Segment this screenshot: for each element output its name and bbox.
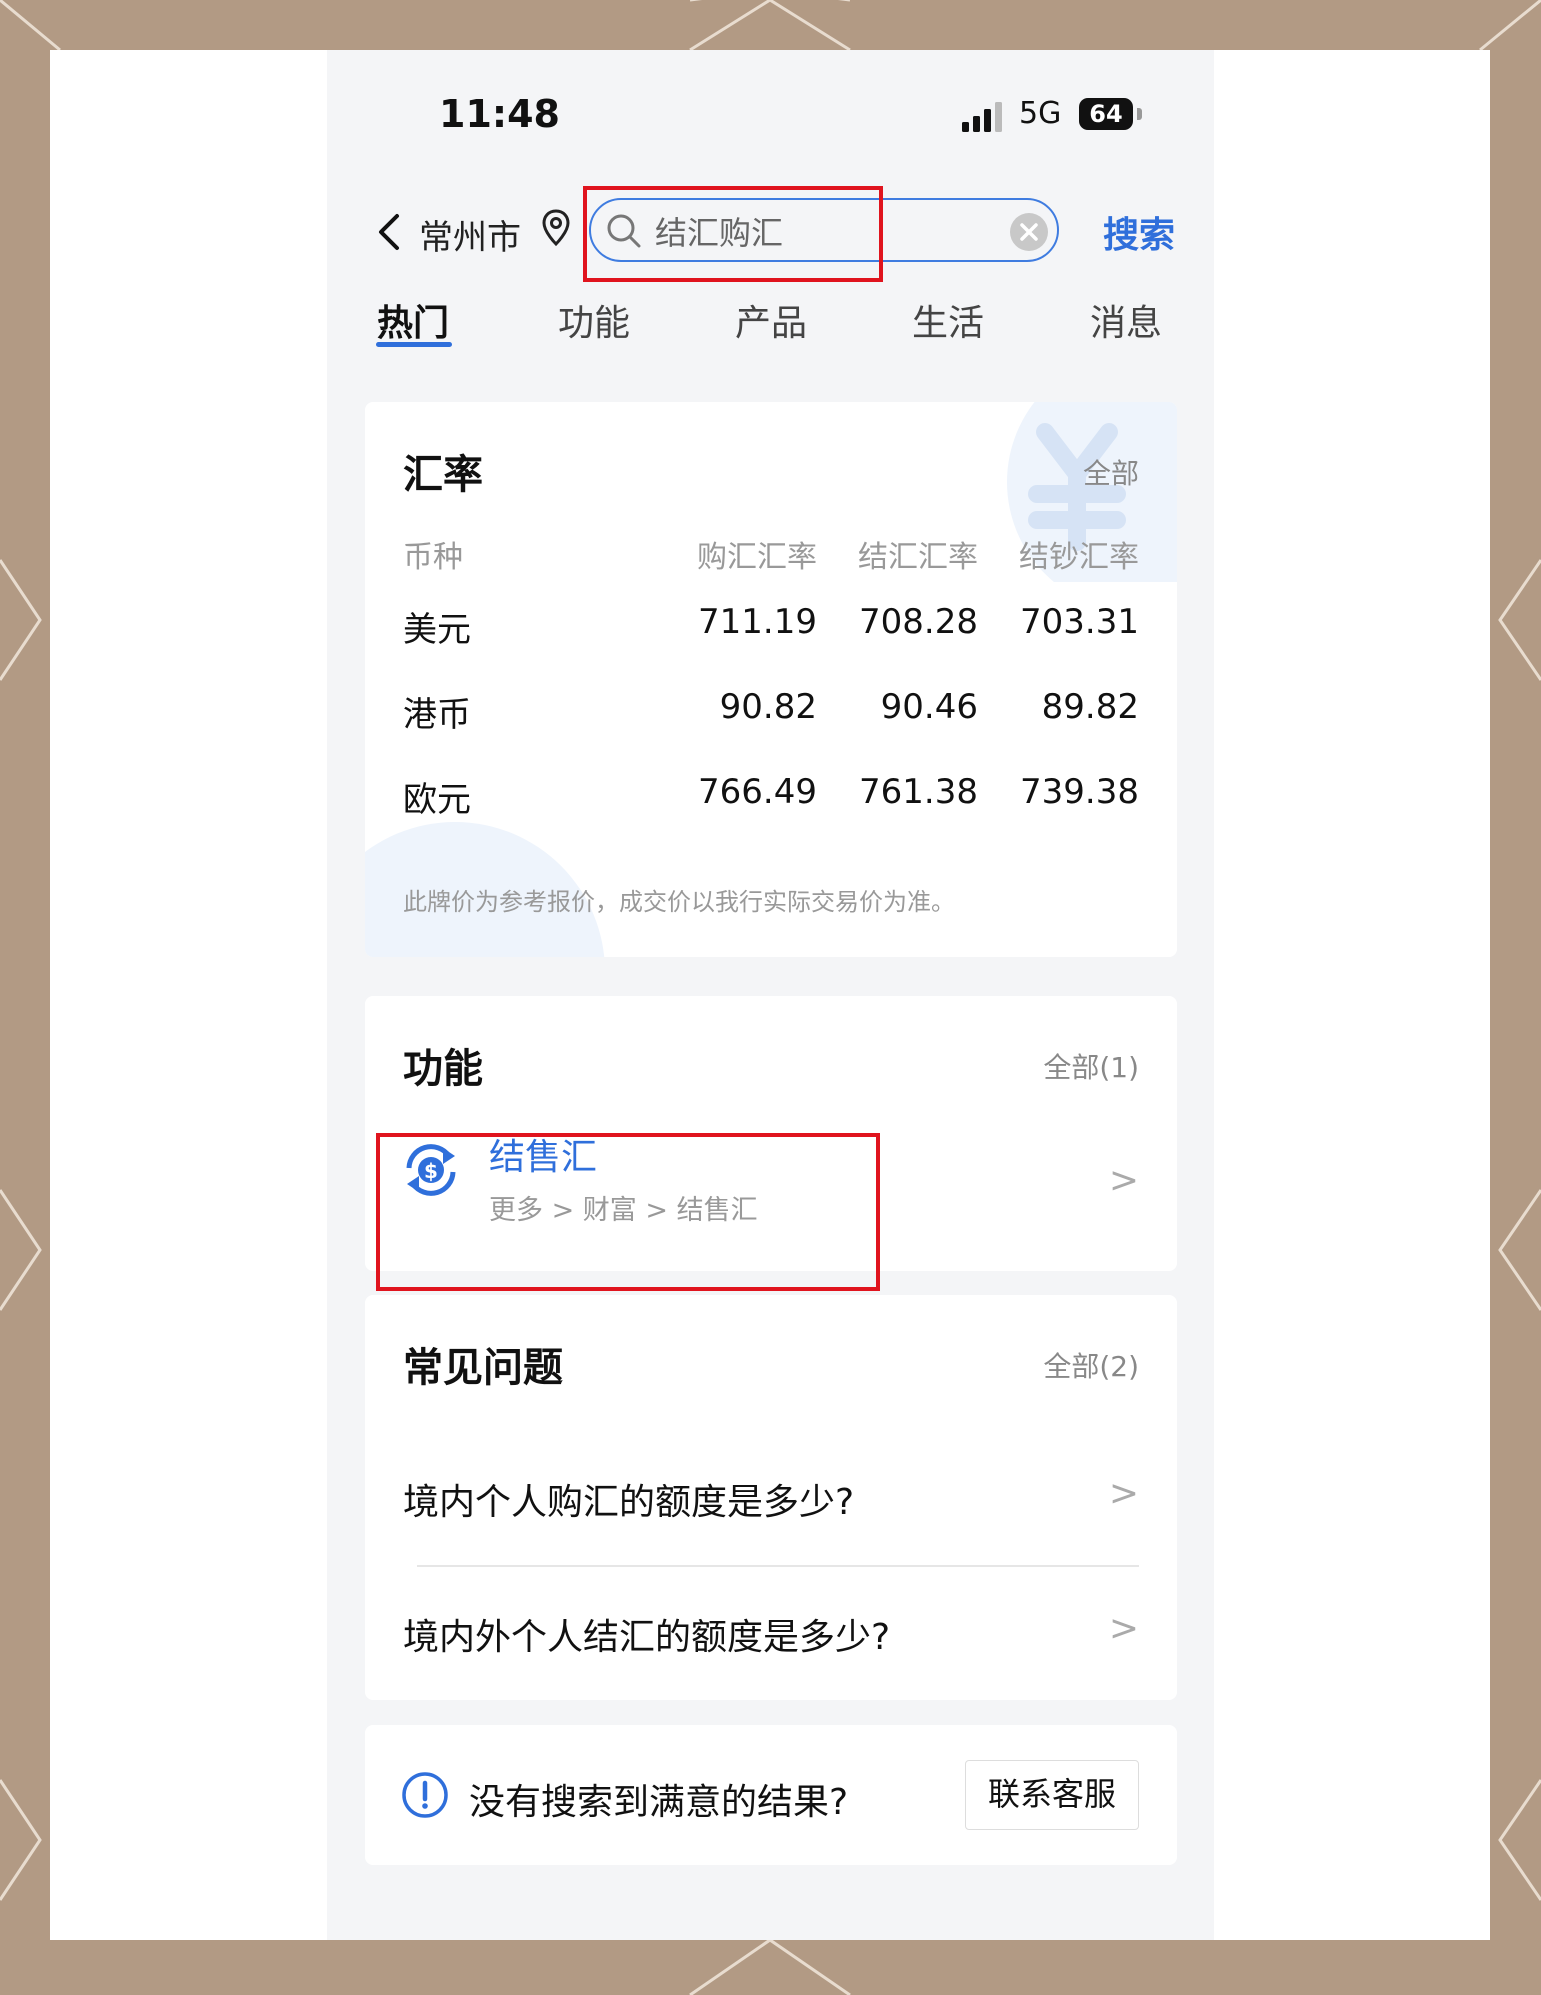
status-bar: 11:48 5G 64 (327, 50, 1214, 180)
faq-card: 常见问题 全部(2) 境内个人购汇的额度是多少? > 境内外个人结汇的额度是多少… (365, 1295, 1177, 1700)
col-settle-rate: 结汇汇率 (858, 540, 978, 575)
table-row: 港币 90.82 90.46 89.82 (403, 687, 1139, 772)
city-selector[interactable]: 常州市 (419, 210, 521, 259)
currency-name: 美元 (403, 610, 471, 650)
col-currency: 币种 (403, 540, 463, 575)
table-row: 欧元 766.49 761.38 739.38 (403, 772, 1139, 857)
exchange-rate-card: 汇率 全部 币种 购汇汇率 结汇汇率 结钞汇率 美元 711.19 708.28… (365, 402, 1177, 957)
tab-life[interactable]: 生活 (912, 294, 984, 346)
help-card: 没有搜索到满意的结果? 联系客服 (365, 1725, 1177, 1865)
faq-view-all[interactable]: 全部(2) (1043, 1345, 1139, 1385)
table-row: 美元 711.19 708.28 703.31 (403, 602, 1139, 687)
category-tabs: 热门 功能 产品 生活 消息 (327, 280, 1214, 360)
cash-rate: 739.38 (1020, 772, 1139, 812)
chevron-right-icon: > (1108, 1608, 1139, 1649)
clear-icon[interactable] (1009, 212, 1049, 252)
faq-item[interactable]: 境内外个人结汇的额度是多少? > (403, 1562, 1139, 1692)
signal-icon (962, 102, 1002, 132)
status-time: 11:48 (439, 92, 560, 136)
function-highlight-box (376, 1133, 880, 1291)
search-button[interactable]: 搜索 (1103, 206, 1175, 258)
buy-rate: 711.19 (698, 602, 817, 642)
rates-header-row: 币种 购汇汇率 结汇汇率 结钞汇率 (403, 532, 1139, 602)
search-highlight-box (583, 186, 883, 282)
tab-products[interactable]: 产品 (735, 294, 807, 346)
faq-item[interactable]: 境内个人购汇的额度是多少? > (403, 1427, 1139, 1557)
chevron-right-icon: > (1108, 1473, 1139, 1514)
settle-rate: 708.28 (859, 602, 978, 642)
col-buy-rate: 购汇汇率 (697, 540, 817, 575)
rates-disclaimer: 此牌价为参考报价，成交价以我行实际交易价为准。 (403, 888, 955, 916)
functions-view-all[interactable]: 全部(1) (1043, 1046, 1139, 1086)
search-bar-row: 常州市 搜索 (327, 180, 1214, 282)
cash-rate: 703.31 (1020, 602, 1139, 642)
faq-question: 境内外个人结汇的额度是多少? (403, 1617, 891, 1658)
active-tab-indicator (376, 342, 452, 347)
network-type: 5G (1019, 96, 1062, 131)
functions-title: 功能 (403, 1046, 483, 1092)
settle-rate: 90.46 (880, 687, 978, 727)
col-cash-rate: 结钞汇率 (1019, 540, 1139, 575)
currency-name: 港币 (403, 695, 471, 735)
back-arrow-icon[interactable] (371, 210, 407, 254)
currency-name: 欧元 (403, 780, 471, 820)
battery-cap (1137, 108, 1142, 120)
rates-table: 币种 购汇汇率 结汇汇率 结钞汇率 美元 711.19 708.28 703.3… (403, 532, 1139, 857)
info-icon (402, 1772, 448, 1818)
rates-view-all[interactable]: 全部 (1083, 452, 1139, 492)
battery-icon: 64 (1079, 98, 1133, 130)
faq-title: 常见问题 (403, 1345, 563, 1391)
cash-rate: 89.82 (1041, 687, 1139, 727)
phone-screen: 11:48 5G 64 常州市 结汇购汇 搜索 热门 功能 产品 生活 消息 汇… (327, 50, 1214, 1940)
buy-rate: 90.82 (719, 687, 817, 727)
tab-messages[interactable]: 消息 (1090, 294, 1162, 346)
rates-title: 汇率 (403, 452, 483, 498)
tab-functions[interactable]: 功能 (558, 294, 630, 346)
faq-question: 境内个人购汇的额度是多少? (403, 1482, 855, 1523)
location-pin-icon[interactable] (541, 208, 571, 248)
help-text: 没有搜索到满意的结果? (469, 1782, 849, 1823)
contact-support-button[interactable]: 联系客服 (965, 1760, 1139, 1830)
tab-hot[interactable]: 热门 (377, 294, 449, 346)
chevron-right-icon: > (1108, 1160, 1139, 1201)
settle-rate: 761.38 (859, 772, 978, 812)
buy-rate: 766.49 (698, 772, 817, 812)
